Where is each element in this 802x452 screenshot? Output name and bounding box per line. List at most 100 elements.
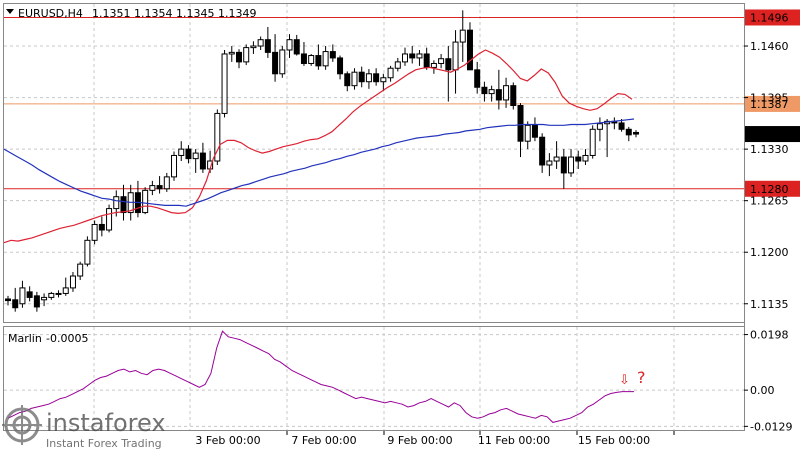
- candle-body: [33, 295, 40, 308]
- candle-body: [373, 73, 380, 83]
- price-tick-label: 1.1265: [750, 195, 789, 208]
- candle-body: [98, 223, 105, 231]
- candle-body: [503, 85, 510, 101]
- candle-body: [77, 263, 84, 277]
- candle-body: [553, 156, 560, 162]
- candle-body: [438, 58, 445, 64]
- ohlc-header: 1.1351 1.1354 1.1345 1.1349: [92, 7, 256, 20]
- candle-body: [560, 156, 567, 174]
- candle-body: [315, 55, 322, 67]
- candle-body: [387, 67, 394, 79]
- candle-body: [243, 47, 250, 63]
- candle-body: [589, 128, 596, 156]
- candle-body: [474, 69, 481, 88]
- indicator-tick-label: -0.0129: [750, 420, 792, 433]
- candle-body: [257, 39, 264, 47]
- candle-body: [452, 41, 459, 71]
- price-tick-label: 1.1135: [750, 298, 789, 311]
- candle-body: [524, 124, 531, 142]
- candle-body: [423, 53, 430, 68]
- candle-body: [531, 124, 538, 138]
- watermark-brand: instaforex: [46, 409, 166, 437]
- candle-body: [178, 148, 185, 156]
- time-label: 15 Feb 00:00: [578, 434, 650, 447]
- candle-body: [84, 239, 91, 265]
- time-label: 11 Feb 00:00: [478, 434, 550, 447]
- candle-body: [264, 39, 271, 53]
- candle-body: [322, 51, 329, 67]
- candle-body: [293, 39, 300, 55]
- candle-body: [156, 185, 163, 190]
- candle-body: [481, 86, 488, 95]
- candle-body: [185, 148, 192, 160]
- candle-body: [163, 176, 170, 190]
- watermark-tagline: Instant Forex Trading: [46, 437, 162, 450]
- level-label: 1.1496: [750, 11, 789, 24]
- candle-body: [517, 105, 524, 142]
- candle-body: [26, 291, 33, 298]
- candle-body: [459, 29, 466, 43]
- time-label: 9 Feb 00:00: [387, 434, 452, 447]
- price-chart: 1.14961.13871.12801.1349 ⇩? 1.14601.1395…: [0, 0, 802, 452]
- candle-body: [488, 89, 495, 95]
- candle-body: [633, 131, 639, 135]
- candle-body: [596, 123, 603, 130]
- candle-body: [546, 160, 553, 166]
- candle-body: [430, 62, 437, 68]
- indicator-tick-label: 0.00: [750, 384, 775, 397]
- candle-body: [510, 85, 517, 107]
- candle-body: [221, 53, 228, 114]
- price-tick-label: 1.1200: [750, 246, 789, 259]
- candle-body: [235, 51, 242, 63]
- candle-body: [568, 156, 575, 174]
- candle-body: [91, 223, 98, 241]
- candle-body: [192, 152, 199, 160]
- candle-body: [120, 196, 127, 214]
- current-price-label: 1.1349: [750, 128, 789, 141]
- candle-body: [69, 275, 76, 289]
- candle-body: [402, 53, 409, 63]
- candle-body: [337, 57, 344, 75]
- candle-body: [351, 71, 358, 87]
- candle-body: [272, 51, 279, 75]
- candle-body: [279, 49, 286, 75]
- candle-body: [380, 77, 387, 83]
- candle-body: [539, 136, 546, 166]
- price-tick-label: 1.1395: [750, 92, 789, 105]
- candle-body: [199, 152, 206, 170]
- candle-body: [142, 189, 149, 214]
- indicator-tick-label: 0.0198: [750, 329, 789, 342]
- candle-body: [48, 292, 55, 298]
- candle-body: [466, 29, 473, 71]
- candle-body: [113, 196, 120, 210]
- indicator-name: Marlin: [8, 332, 42, 345]
- candle-body: [12, 299, 19, 309]
- candle-body: [5, 298, 11, 302]
- candle-body: [19, 287, 26, 305]
- question-mark: ?: [637, 368, 646, 387]
- candle-body: [445, 58, 452, 71]
- candle-body: [286, 39, 293, 51]
- time-label: 3 Feb 00:00: [195, 434, 260, 447]
- candle-body: [55, 292, 62, 295]
- time-label: 7 Feb 00:00: [291, 434, 356, 447]
- candle-body: [358, 71, 365, 83]
- candle-body: [409, 53, 416, 59]
- candle-body: [582, 154, 589, 162]
- candle-body: [618, 122, 625, 130]
- candle-body: [575, 156, 582, 162]
- candle-body: [344, 73, 351, 87]
- candle-body: [250, 45, 257, 49]
- candle-body: [228, 51, 235, 55]
- candle-body: [106, 208, 113, 231]
- candle-body: [495, 89, 502, 101]
- candle-body: [329, 51, 336, 59]
- down-arrow-icon: ⇩: [619, 373, 630, 388]
- candle-body: [171, 154, 178, 178]
- candle-body: [416, 53, 423, 59]
- candle-body: [41, 296, 48, 301]
- price-tick-label: 1.1460: [750, 40, 789, 53]
- indicator-value: -0.0005: [46, 332, 88, 345]
- candle-body: [625, 128, 632, 136]
- candle-body: [149, 185, 156, 191]
